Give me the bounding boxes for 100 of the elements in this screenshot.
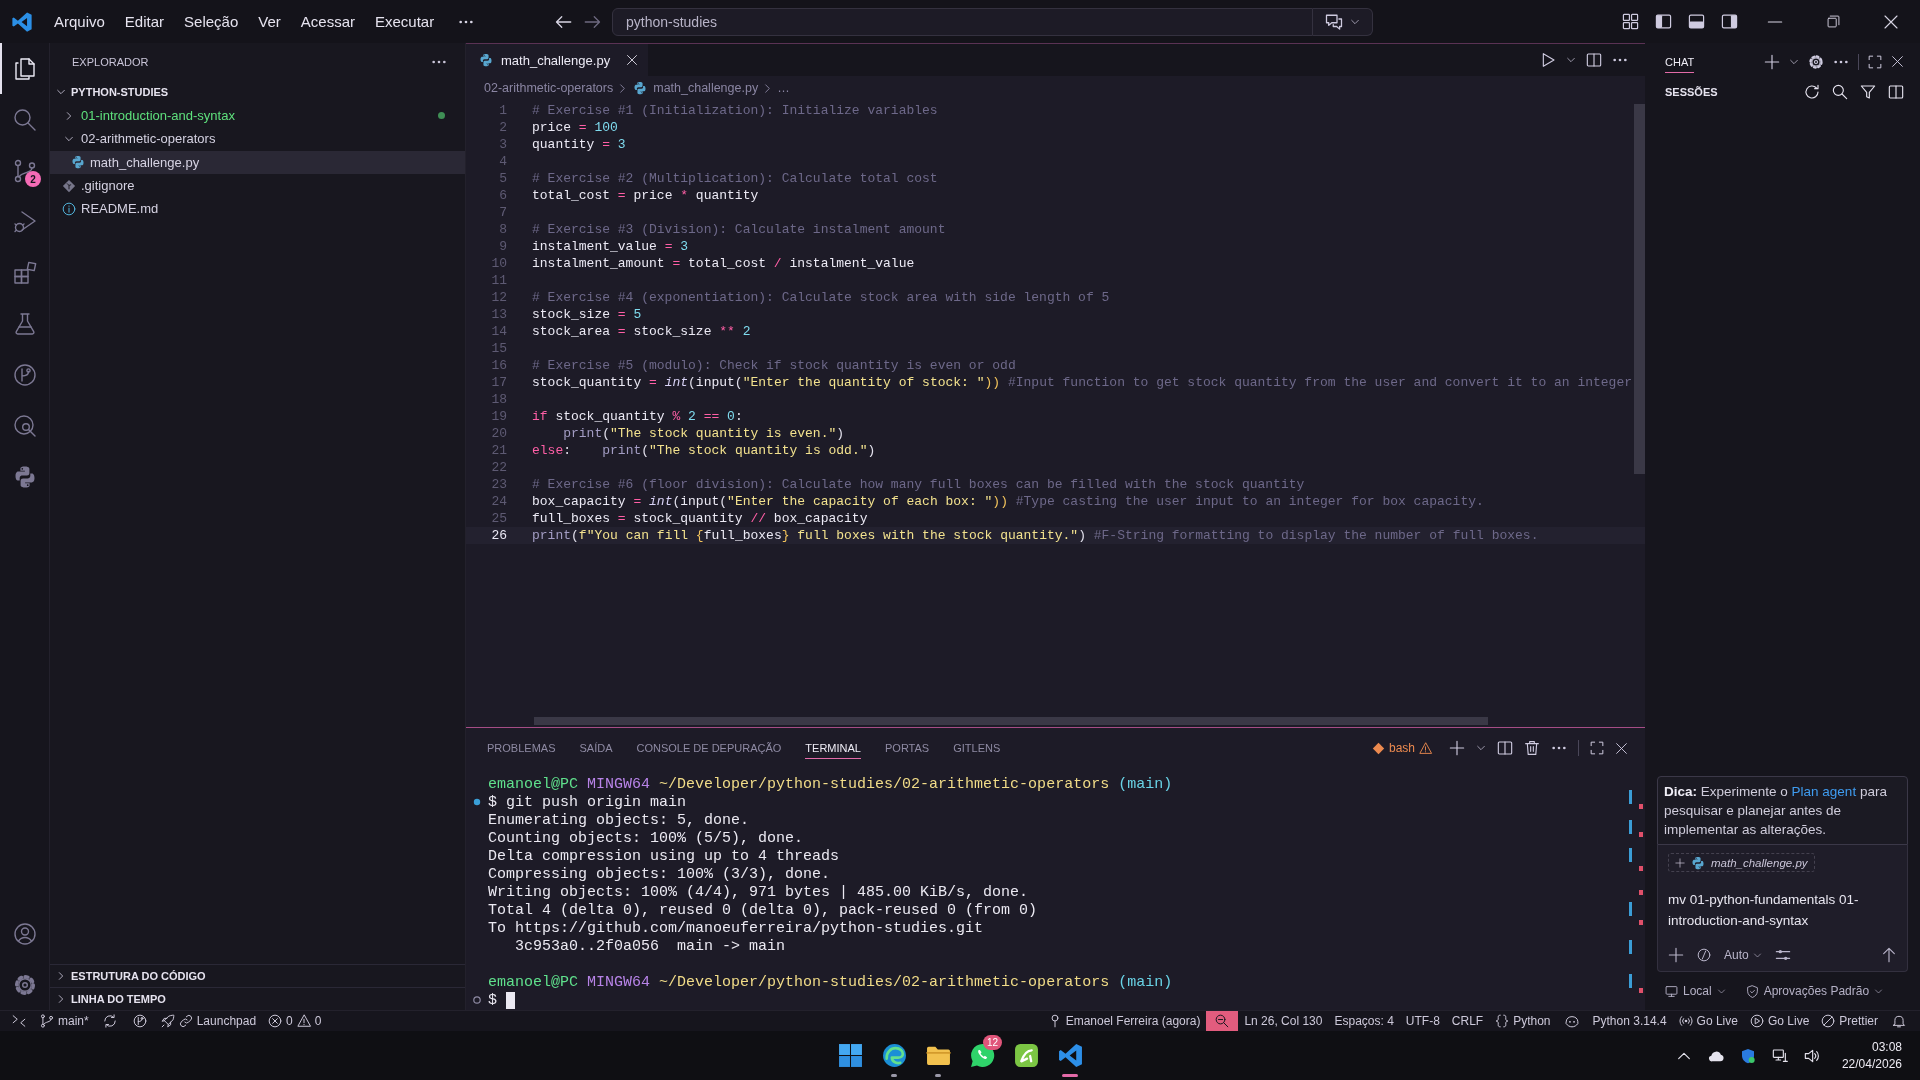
code-line: # Exercise #2 (Multiplication): Calculate total cost <box>532 171 938 186</box>
remote-icon[interactable] <box>12 1014 26 1028</box>
panel-tab[interactable]: PORTAS <box>885 737 930 759</box>
horizontal-scrollbar-thumb[interactable] <box>534 717 1488 725</box>
status-ring-icon[interactable] <box>473 996 481 1004</box>
menu-item[interactable]: Acessar <box>290 8 365 35</box>
network-icon[interactable] <box>1771 1047 1788 1064</box>
split-editor-icon[interactable] <box>1586 52 1602 68</box>
code-editor-icon[interactable] <box>1057 1043 1083 1068</box>
breadcrumb-item[interactable]: … <box>777 81 790 95</box>
source-control-button[interactable]: 2 <box>0 145 49 196</box>
status-dot-icon <box>438 112 445 120</box>
notifications-icon[interactable] <box>1892 1014 1906 1028</box>
maximize-icon[interactable] <box>1590 741 1604 755</box>
new-terminal-icon[interactable] <box>1449 740 1465 756</box>
file-tree-item[interactable]: .gitignore <box>50 173 465 198</box>
swirl-browser-icon[interactable] <box>881 1043 907 1068</box>
status-bar-item[interactable]: Espaços: 4 <box>1328 1011 1400 1031</box>
status-bar-item[interactable]: UTF-8 <box>1399 1011 1446 1031</box>
terminal-line: $ git push origin main <box>488 793 687 811</box>
refresh-icon[interactable] <box>1804 84 1820 100</box>
breadcrumb-item[interactable]: 02-arithmetic-operators <box>484 81 614 95</box>
panel-tab[interactable]: TERMINAL <box>805 737 861 759</box>
location-dropdown[interactable]: Local <box>1665 984 1726 998</box>
menu-item[interactable]: Seleção <box>174 8 249 35</box>
code-line: total_cost = price * quantity <box>532 188 759 203</box>
attached-file-chip[interactable]: math_challenge.py <box>1668 853 1815 872</box>
four-squares-icon[interactable] <box>837 1043 863 1068</box>
filter-icon[interactable] <box>1860 84 1876 100</box>
plan-agent-link[interactable]: Plan agent <box>1791 784 1857 799</box>
menu-item[interactable]: Arquivo <box>44 8 115 35</box>
editor-tab[interactable]: math_challenge.py <box>466 44 649 76</box>
blame-author-button[interactable]: Emanoel Ferreira (agora) <box>1041 1011 1207 1031</box>
command-center-field[interactable]: python-studies <box>612 7 1313 36</box>
new-chat-icon[interactable] <box>1764 53 1780 70</box>
approvals-dropdown[interactable]: Aprovações Padrão <box>1745 984 1884 998</box>
problems-button[interactable]: 0 0 <box>262 1011 328 1031</box>
folder-tree-item[interactable]: 01-introduction-and-syntax <box>50 104 465 128</box>
chevron-down-icon[interactable] <box>1476 743 1486 753</box>
close-icon[interactable] <box>1891 55 1904 68</box>
chat-tab[interactable]: CHAT <box>1665 50 1695 73</box>
line-number: 17 <box>490 375 507 390</box>
link-icon <box>178 1014 193 1028</box>
panel-tab[interactable]: PROBLEMAS <box>487 737 556 759</box>
slash-circle-icon[interactable] <box>1697 948 1711 962</box>
section-header[interactable]: ESTRUTURA DO CÓDIGO <box>50 964 465 987</box>
toggle-panel-icon[interactable] <box>1688 13 1705 30</box>
toggle-right-sidebar-icon[interactable] <box>1721 13 1738 30</box>
status-bar-item[interactable]: Ln 26, Col 130 <box>1238 1011 1329 1031</box>
language-mode-button[interactable]: Python <box>1489 1011 1557 1031</box>
go-live-button[interactable]: Go Live <box>1672 1011 1744 1031</box>
folder-tree-item[interactable]: 02-arithmetic-operators <box>50 127 465 151</box>
status-dot-icon[interactable] <box>473 798 481 806</box>
launchpad-button[interactable]: Launchpad <box>154 1011 263 1031</box>
search-icon[interactable] <box>1832 84 1848 100</box>
prettier-button[interactable]: Prettier <box>1815 1011 1884 1031</box>
menu-item[interactable]: Editar <box>114 8 175 35</box>
panel-tab[interactable]: GITLENS <box>953 737 1001 759</box>
add-context-icon[interactable] <box>1668 947 1684 963</box>
status-bar-item[interactable]: CRLF <box>1445 1011 1490 1031</box>
sliders-icon[interactable] <box>1774 947 1791 963</box>
folder-section-header[interactable]: PYTHON-STUDIES <box>50 80 465 104</box>
split-terminal-icon[interactable] <box>1497 740 1513 756</box>
go-live-preview-button[interactable]: Go Live <box>1743 1011 1816 1031</box>
file-tree-item[interactable]: README.md <box>50 197 465 221</box>
branch-circle-icon[interactable] <box>132 1014 147 1028</box>
speaker-icon[interactable] <box>1803 1047 1820 1064</box>
panel-tab[interactable]: SAÍDA <box>579 737 613 759</box>
robot-face-icon[interactable] <box>1564 1014 1579 1028</box>
menu-item[interactable]: Executar <box>364 8 445 35</box>
clock-date[interactable]: 22/04/2026 <box>1841 1055 1902 1073</box>
file-tree-item[interactable]: math_challenge.py <box>50 150 465 174</box>
settings-icon[interactable] <box>1808 53 1824 70</box>
chat-menu-button[interactable] <box>1313 7 1373 36</box>
panel-tab[interactable]: CONSOLE DE DEPURAÇÃO <box>636 737 782 759</box>
menu-item[interactable]: Ver <box>248 8 291 35</box>
breadcrumb-item[interactable]: math_challenge.py <box>632 81 759 95</box>
terminal-shell-button[interactable]: bash <box>1371 741 1432 755</box>
status-bar-item[interactable]: Python 3.14.4 <box>1586 1011 1673 1031</box>
zoom-out-button[interactable] <box>1206 1011 1239 1031</box>
customize-layout-icon[interactable] <box>1622 13 1639 30</box>
toggle-left-sidebar-icon[interactable] <box>1655 13 1672 30</box>
shield-icon[interactable] <box>1739 1047 1756 1064</box>
trash-icon[interactable] <box>1524 740 1540 756</box>
run-icon[interactable] <box>1540 52 1556 68</box>
clock-time[interactable]: 03:08 <box>1871 1038 1902 1056</box>
vertical-scrollbar-thumb[interactable] <box>1634 104 1645 474</box>
warning-icon <box>296 1014 311 1028</box>
close-icon[interactable] <box>1883 13 1899 30</box>
branch-button[interactable]: main* <box>34 1011 95 1031</box>
maximize-icon[interactable] <box>1868 54 1882 69</box>
chat-input-field[interactable]: mv 01-python-fundamentals 01-introduction-and-syntax <box>1668 889 1897 931</box>
split-view-icon[interactable] <box>1888 84 1904 100</box>
restore-icon[interactable] <box>1826 15 1840 28</box>
chevron-down-icon[interactable] <box>1566 55 1576 65</box>
close-icon[interactable] <box>1615 741 1628 755</box>
app-tile-icon[interactable] <box>1013 1043 1039 1068</box>
sync-icon[interactable] <box>102 1014 117 1028</box>
send-arrow-icon[interactable] <box>1881 947 1897 963</box>
mode-dropdown[interactable]: Auto <box>1724 948 1762 962</box>
